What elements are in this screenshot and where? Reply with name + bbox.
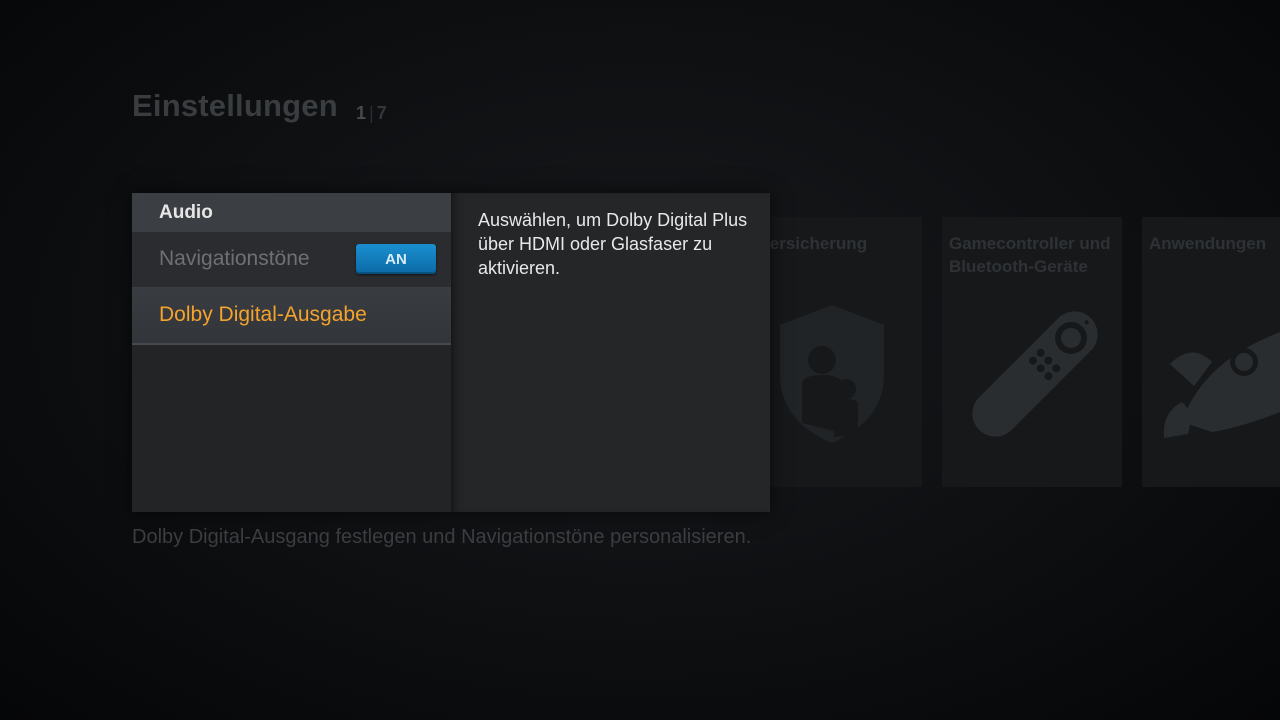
pager-current: 1 <box>356 103 367 123</box>
rocket-icon <box>1163 332 1280 438</box>
list-item-navigation-sounds[interactable]: Navigationstöne AN <box>132 232 451 287</box>
list-item-label: Navigationstöne <box>159 247 310 270</box>
page-pager: 1 | 7 <box>356 103 387 124</box>
section-title: Audio <box>159 202 213 223</box>
footer-hint: Dolby Digital-Ausgang festlegen und Navi… <box>132 526 752 548</box>
section-header-audio: Audio <box>132 193 451 232</box>
settings-list: Audio Navigationstöne AN Dolby Digital-A… <box>132 193 451 512</box>
page-title: Einstellungen <box>132 88 338 123</box>
category-card-applications[interactable]: Anwendungen <box>1142 217 1280 487</box>
description-pane: Auswählen, um Dolby Digital Plus über HD… <box>451 193 770 512</box>
remote-control-icon <box>972 311 1098 437</box>
item-description: Auswählen, um Dolby Digital Plus über HD… <box>478 210 748 278</box>
card-label: Anwendungen <box>1149 234 1267 253</box>
parental-shield-icon <box>780 305 884 443</box>
list-item-dolby-digital-output[interactable]: Dolby Digital-Ausgabe <box>132 287 451 345</box>
card-label: ndersicherung <box>749 234 868 253</box>
navigation-sounds-toggle[interactable]: AN <box>356 244 436 274</box>
card-label: Gamecontroller und Bluetooth-Geräte <box>949 234 1111 276</box>
category-card-controllers-bluetooth[interactable]: Gamecontroller und Bluetooth-Geräte <box>942 217 1122 487</box>
list-item-label: Dolby Digital-Ausgabe <box>159 303 367 326</box>
pager-separator: | <box>369 103 374 123</box>
pager-total: 7 <box>376 103 387 123</box>
audio-settings-panel: Audio Navigationstöne AN Dolby Digital-A… <box>132 193 770 512</box>
